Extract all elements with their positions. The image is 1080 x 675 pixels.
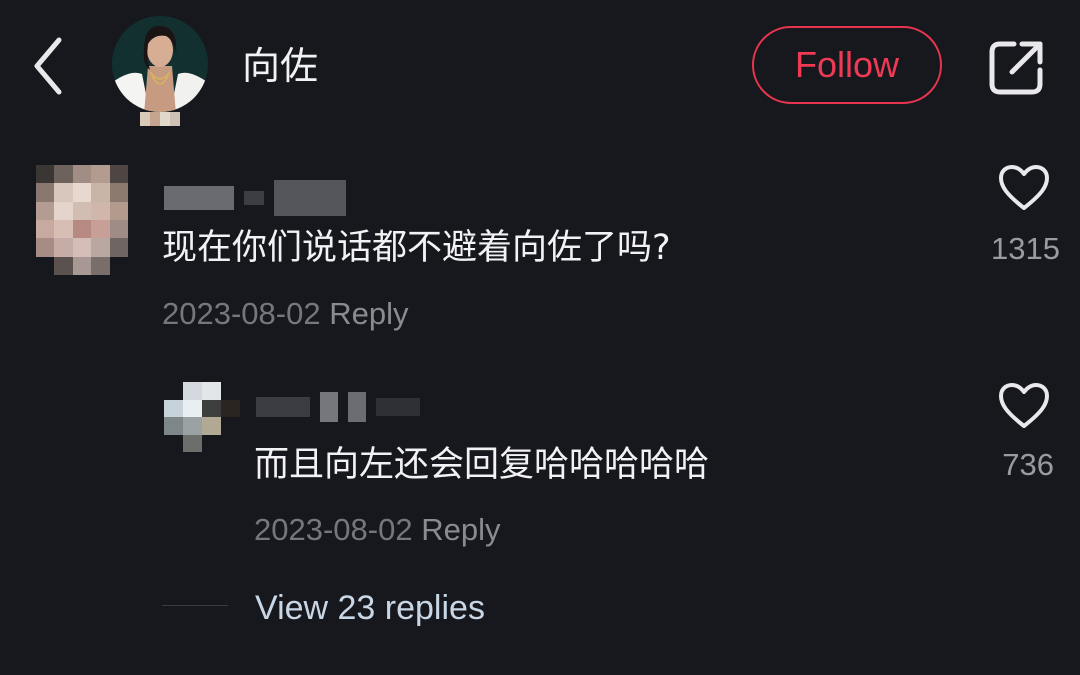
follow-button[interactable]: Follow xyxy=(752,26,942,104)
commenter-avatar[interactable] xyxy=(36,165,128,275)
heart-icon[interactable] xyxy=(998,382,1050,430)
comment-text: 现在你们说话都不避着向佐了吗? xyxy=(162,228,671,268)
reply-button[interactable]: Reply xyxy=(329,296,408,331)
creator-avatar[interactable] xyxy=(110,14,210,132)
back-button[interactable] xyxy=(22,30,74,102)
reply-meta: 2023-08-02 Reply xyxy=(254,510,500,550)
reply-avatar[interactable] xyxy=(164,382,240,452)
reply-button[interactable]: Reply xyxy=(421,512,500,547)
share-button[interactable] xyxy=(986,36,1048,98)
like-count: 736 xyxy=(1002,447,1054,482)
replies-divider xyxy=(162,605,228,606)
chevron-left-icon xyxy=(34,37,62,95)
heart-icon[interactable] xyxy=(998,164,1050,212)
reply-date: 2023-08-02 xyxy=(254,512,413,547)
comment-screen: 向佐 Follow 现在你们说话都不避着向佐了吗? 2023-08-02 Rep… xyxy=(0,0,1080,675)
like-count: 1315 xyxy=(991,231,1060,266)
reply-text: 而且向左还会回复哈哈哈哈哈 xyxy=(254,445,710,485)
commenter-username-redacted[interactable] xyxy=(164,180,346,216)
view-replies-link[interactable]: View 23 replies xyxy=(255,587,485,629)
comment-meta: 2023-08-02 Reply xyxy=(162,294,408,334)
creator-name[interactable]: 向佐 xyxy=(242,40,318,92)
comment-date: 2023-08-02 xyxy=(162,296,321,331)
share-external-icon xyxy=(989,41,1043,95)
reply-username-redacted[interactable] xyxy=(256,392,420,422)
